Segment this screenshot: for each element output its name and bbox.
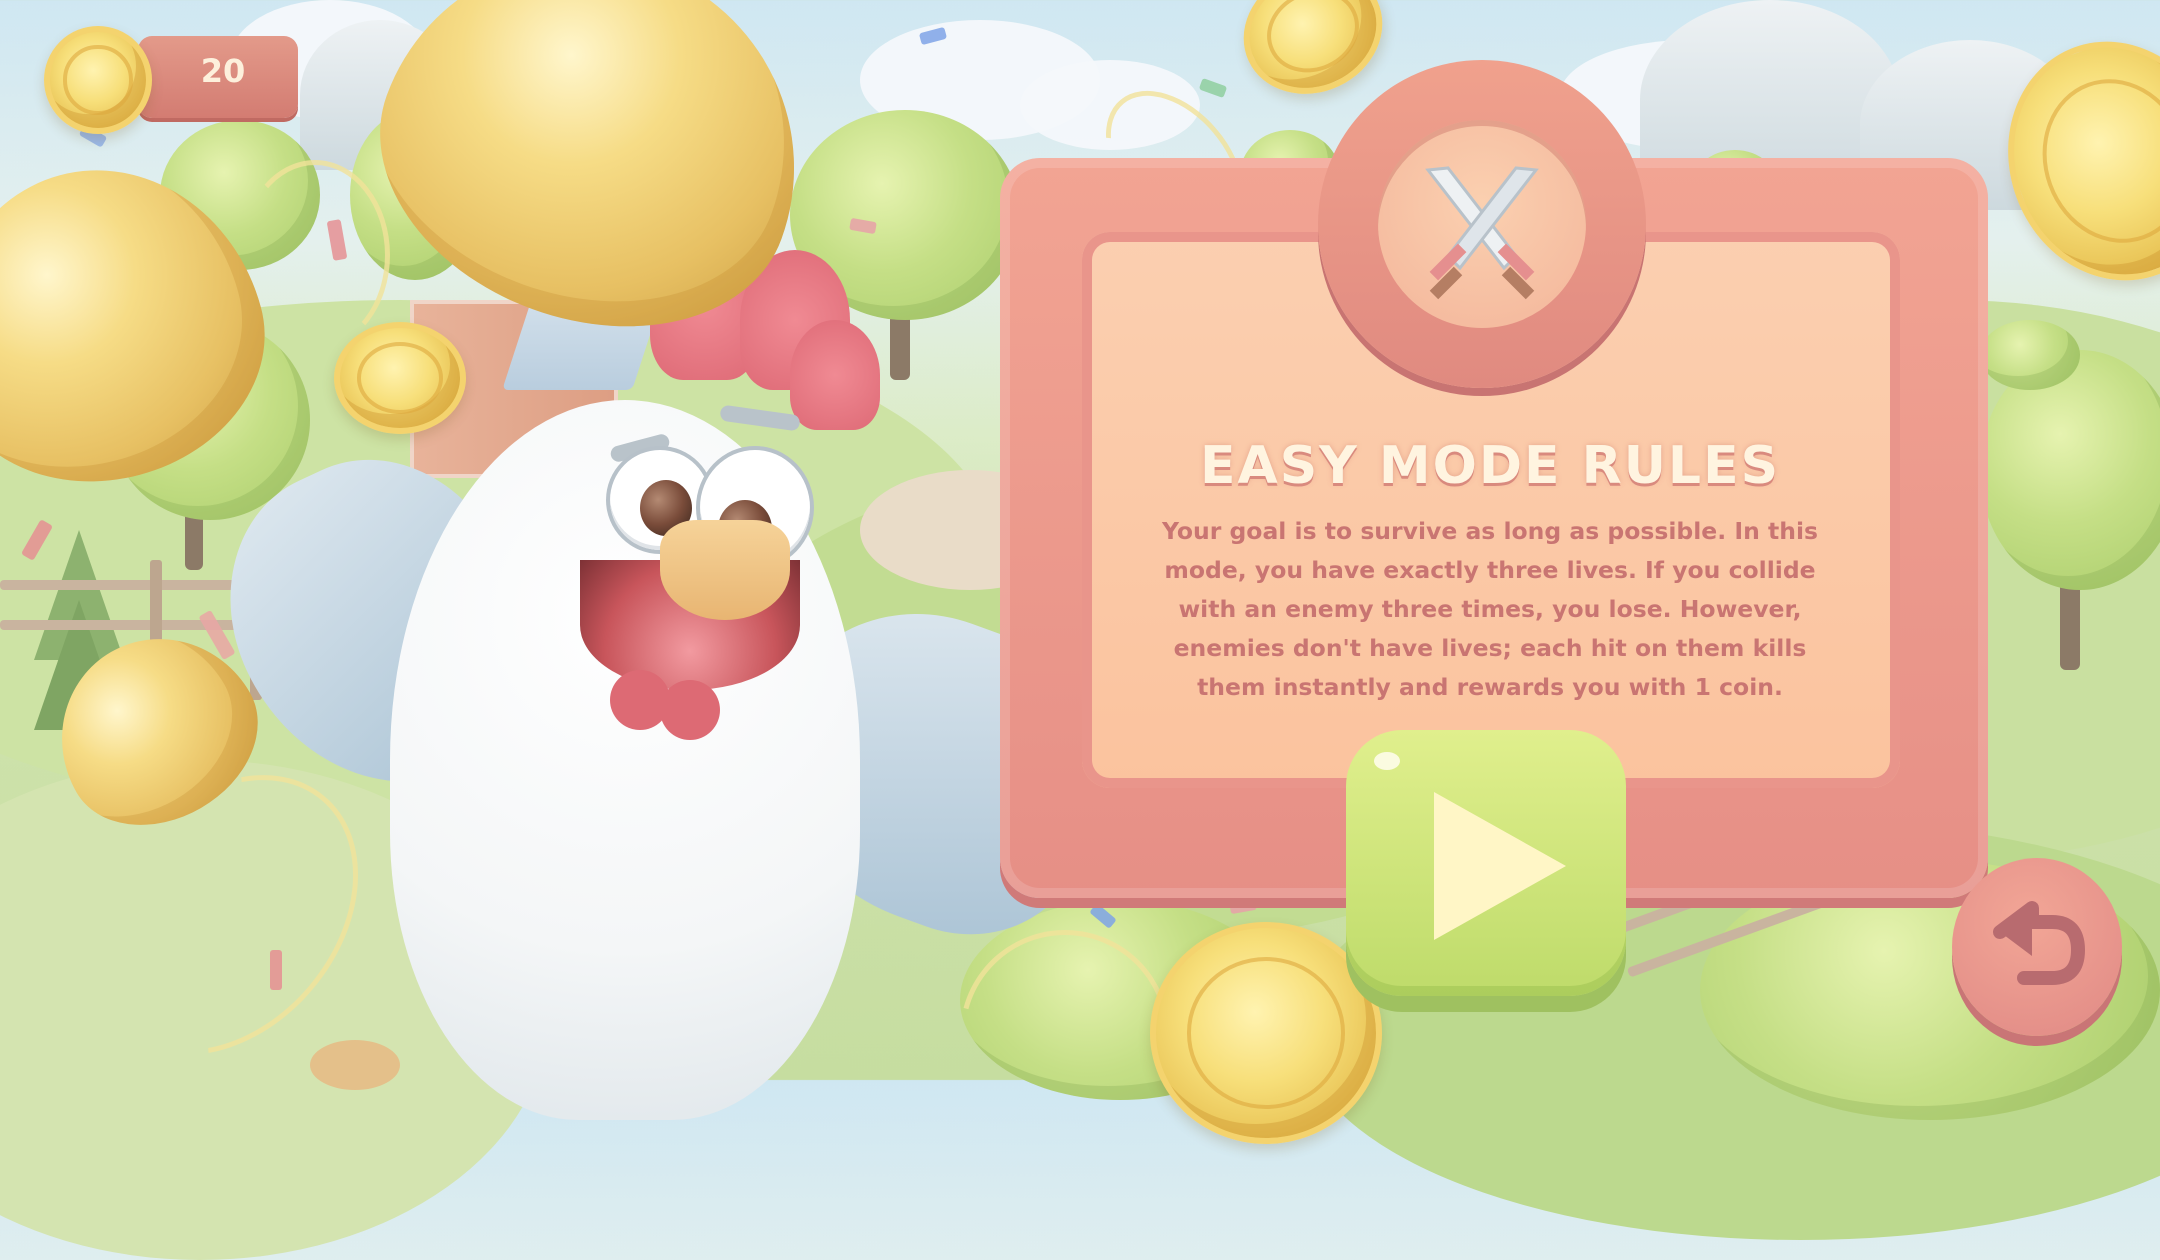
rules-title: EASY MODE RULES: [1199, 436, 1781, 496]
coin-count: 20: [200, 52, 246, 90]
crossed-swords-icon: [1425, 166, 1539, 300]
back-arrow-icon: [1993, 901, 2085, 985]
gold-coin-icon: [334, 322, 466, 434]
gold-coin-icon: [44, 26, 152, 134]
golden-egg-icon: [24, 602, 288, 858]
golden-egg-icon: [0, 133, 295, 517]
play-icon: [1434, 792, 1566, 940]
play-button[interactable]: [1346, 730, 1626, 996]
rules-description: Your goal is to survive as long as possi…: [1161, 517, 1819, 701]
gold-coin-icon: [1975, 11, 2160, 311]
play-button-shine: [1374, 752, 1400, 770]
back-button[interactable]: [1952, 858, 2122, 1036]
